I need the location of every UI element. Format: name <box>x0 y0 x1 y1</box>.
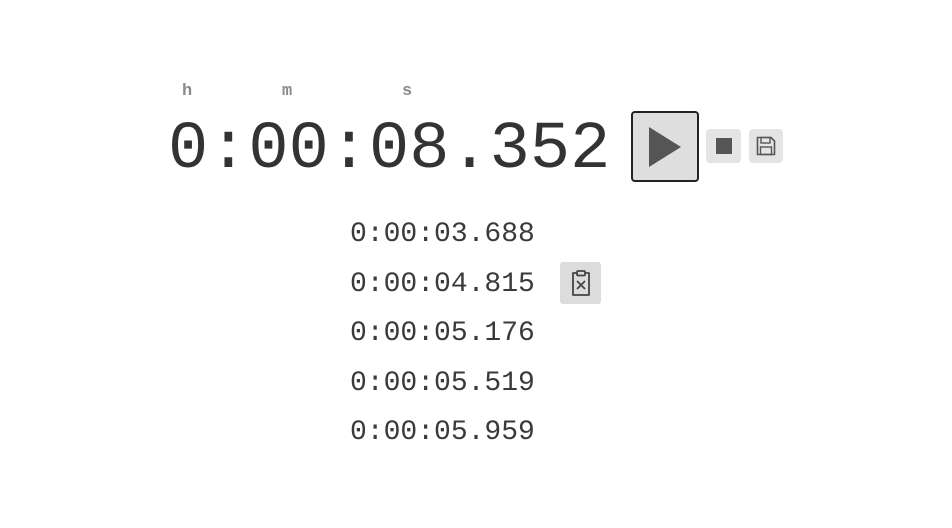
delete-lap-button[interactable] <box>560 262 601 304</box>
lap-item: 0:00:05.959 <box>350 408 540 458</box>
lap-item: 0:00:03.688 <box>350 210 540 260</box>
clipboard-delete-icon <box>571 270 590 296</box>
save-icon <box>756 136 776 156</box>
play-button[interactable] <box>631 111 699 182</box>
lap-list: 0:00:03.688 0:00:04.815 0:00:05.176 0:00… <box>350 210 540 458</box>
stop-button[interactable] <box>706 129 741 163</box>
save-button[interactable] <box>749 129 783 163</box>
play-icon <box>649 126 681 167</box>
minutes-unit-label: m <box>282 82 293 101</box>
lap-time: 0:00:05.959 <box>350 417 535 449</box>
lap-item: 0:00:05.519 <box>350 359 540 409</box>
seconds-unit-label: s <box>402 82 413 101</box>
stop-icon <box>715 138 732 154</box>
lap-time: 0:00:03.688 <box>350 219 535 251</box>
lap-time: 0:00:05.519 <box>350 367 535 399</box>
lap-item: 0:00:05.176 <box>350 309 540 359</box>
lap-time: 0:00:05.176 <box>350 318 535 350</box>
elapsed-time-display: 0:00:08.352 <box>168 112 611 188</box>
hours-unit-label: h <box>182 82 193 101</box>
lap-time: 0:00:04.815 <box>350 268 535 300</box>
lap-item: 0:00:04.815 <box>350 260 540 310</box>
